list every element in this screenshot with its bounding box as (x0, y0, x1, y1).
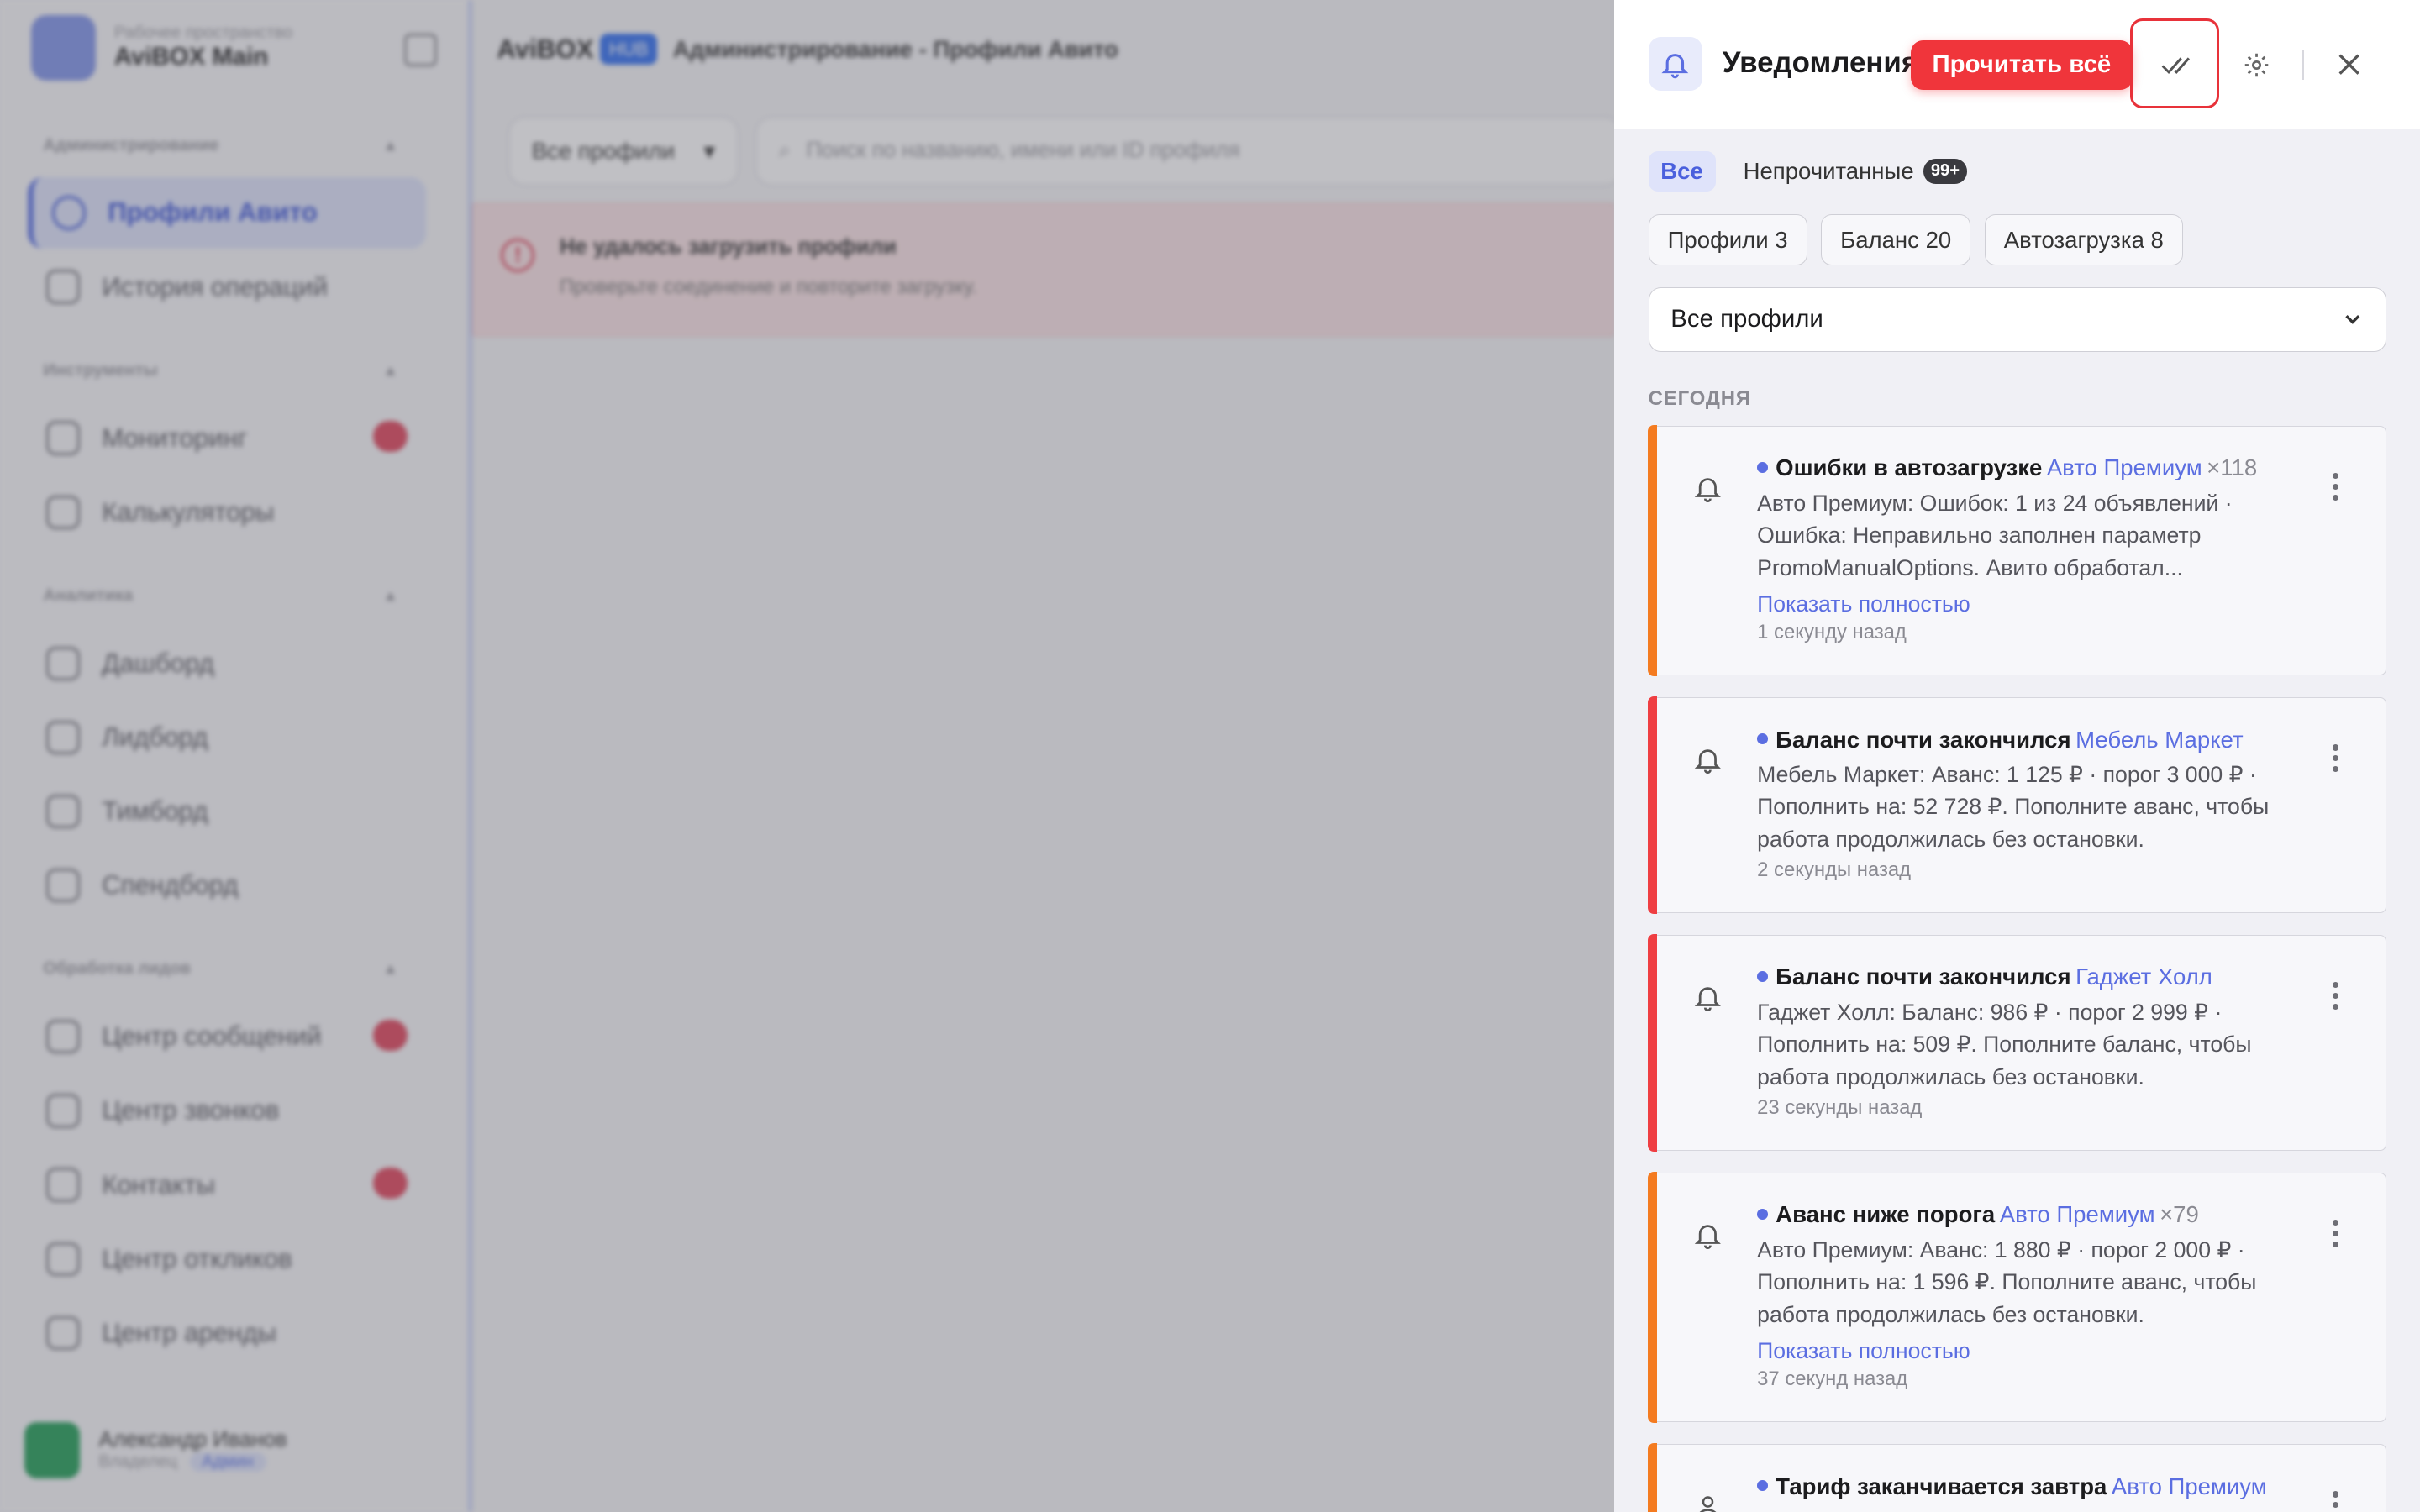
close-button[interactable] (2330, 46, 2367, 83)
notification-title: Тариф заканчивается завтра (1776, 1473, 2107, 1499)
notification-title: Аванс ниже порога (1776, 1201, 1996, 1228)
show-more-link[interactable]: Показать полностью (1757, 591, 2281, 617)
profile-link[interactable]: Авто Премиум (2000, 1201, 2155, 1227)
notification-card[interactable]: Аванс ниже порога Авто Премиум ×79 Авто Пре… (1647, 1172, 2386, 1424)
select-value: Все профили (1670, 305, 1823, 333)
notification-time: 37 секунд назад (1757, 1368, 1908, 1391)
notification-card[interactable]: Тариф заканчивается завтра Авто Премиум (1647, 1443, 2386, 1512)
chip-balance[interactable]: Баланс 20 (1821, 214, 1971, 266)
read-all-tooltip: Прочитать всё (1910, 39, 2133, 90)
chevron-down-icon (2345, 315, 2360, 325)
notification-text: Авто Премиум: Ошибок: 1 из 24 объявлений… (1757, 490, 2233, 580)
severity-stripe (1647, 696, 1657, 915)
chip-profiles[interactable]: Профили 3 (1648, 214, 1807, 266)
notification-time: 23 секунды назад (1757, 1096, 1923, 1120)
notification-title: Баланс почти закончился (1776, 726, 2071, 753)
notification-time: 1 секунду назад (1757, 621, 1907, 644)
notification-title-line: Тариф заканчивается завтра Авто Премиум (1757, 1470, 2281, 1504)
bell-icon (1686, 738, 1729, 781)
more-vertical-icon[interactable] (2333, 1219, 2339, 1248)
panel-header: Уведомления Прочитать всё (1614, 0, 2420, 130)
severity-stripe (1647, 1443, 1657, 1512)
notification-text: Гаджет Холл: Баланс: 986 ₽ · порог 2 999… (1757, 999, 2252, 1089)
severity-stripe (1647, 425, 1657, 677)
bell-icon (1648, 37, 1702, 92)
settings-button[interactable] (2238, 46, 2275, 83)
notification-text: Авто Премиум: Аванс: 1 880 ₽ · порог 2 0… (1757, 1236, 2257, 1327)
bell-icon (1686, 976, 1729, 1019)
gear-icon (2244, 53, 2269, 76)
more-vertical-icon[interactable] (2333, 1491, 2339, 1512)
repeat-count: ×79 (2160, 1201, 2199, 1228)
unread-dot (1757, 970, 1768, 982)
overlay-scrim[interactable] (0, 0, 1615, 1512)
chip-autoload[interactable]: Автозагрузка 8 (1984, 214, 2183, 266)
notification-card[interactable]: Баланс почти закончился Гаджет Холл Гаджет… (1647, 934, 2386, 1152)
profile-select[interactable]: Все профили (1648, 286, 2386, 352)
notification-card[interactable]: Ошибки в автозагрузке Авто Премиум ×118 Авт… (1647, 425, 2386, 677)
unread-dot (1757, 1480, 1768, 1491)
double-check-icon (2161, 57, 2190, 75)
unread-dot (1757, 1208, 1768, 1220)
notification-card[interactable]: Баланс почти закончился Мебель Маркет Мебе… (1647, 696, 2386, 915)
notification-body: Баланс почти закончился Мебель Маркет Мебе… (1757, 723, 2281, 883)
show-more-link[interactable]: Показать полностью (1757, 1338, 2281, 1364)
notification-body: Баланс почти закончился Гаджет Холл Гаджет… (1757, 960, 2281, 1120)
notification-title: Баланс почти закончился (1776, 963, 2071, 990)
notification-title-line: Баланс почти закончился Гаджет Холл (1757, 960, 2281, 994)
close-icon (2338, 54, 2360, 76)
notification-title-line: Аванс ниже порога Авто Премиум ×79 (1757, 1198, 2281, 1231)
notification-time: 2 секунды назад (1757, 858, 1912, 882)
divider (2302, 49, 2305, 81)
unread-dot (1757, 733, 1768, 744)
notification-title: Ошибки в автозагрузке (1776, 454, 2043, 481)
notifications-panel: Уведомления Прочитать всё Все Непрочитан… (1614, 0, 2420, 1512)
day-group-label: СЕГОДНЯ (1648, 387, 1751, 410)
user-icon (1686, 1485, 1729, 1512)
unread-dot (1757, 461, 1768, 473)
notification-body: Ошибки в автозагрузке Авто Премиум ×118 Авт… (1757, 451, 2281, 644)
category-chips: Профили 3 Баланс 20 Автозагрузка 8 (1648, 214, 2183, 266)
notification-body: Тариф заканчивается завтра Авто Премиум (1757, 1470, 2281, 1504)
notification-text: Мебель Маркет: Аванс: 1 125 ₽ · порог 3 … (1757, 761, 2270, 852)
profile-link[interactable]: Авто Премиум (2112, 1473, 2267, 1499)
severity-stripe (1647, 934, 1657, 1152)
more-vertical-icon[interactable] (2333, 744, 2339, 773)
profile-link[interactable]: Мебель Маркет (2075, 727, 2244, 753)
profile-link[interactable]: Гаджет Холл (2075, 963, 2212, 990)
tab-unread[interactable]: Непрочитанные 99+ (1731, 151, 1980, 192)
profile-link[interactable]: Авто Премиум (2047, 454, 2202, 480)
severity-stripe (1647, 1172, 1657, 1424)
notification-body: Аванс ниже порога Авто Премиум ×79 Авто Пре… (1757, 1198, 2281, 1391)
notification-tabs: Все Непрочитанные 99+ (1648, 150, 1980, 192)
bell-icon (1686, 467, 1729, 510)
more-vertical-icon[interactable] (2333, 982, 2339, 1011)
tab-label: Непрочитанные (1743, 157, 1914, 184)
repeat-count: ×118 (2207, 454, 2258, 481)
notification-title-line: Ошибки в автозагрузке Авто Премиум ×118 (1757, 451, 2281, 485)
panel-title: Уведомления (1722, 46, 1919, 80)
bell-icon (1686, 1214, 1729, 1257)
more-vertical-icon[interactable] (2333, 473, 2339, 501)
tab-all[interactable]: Все (1648, 150, 1716, 192)
notification-title-line: Баланс почти закончился Мебель Маркет (1757, 723, 2281, 757)
mark-all-read-button[interactable] (2158, 46, 2195, 83)
unread-count-badge: 99+ (1923, 158, 1968, 185)
